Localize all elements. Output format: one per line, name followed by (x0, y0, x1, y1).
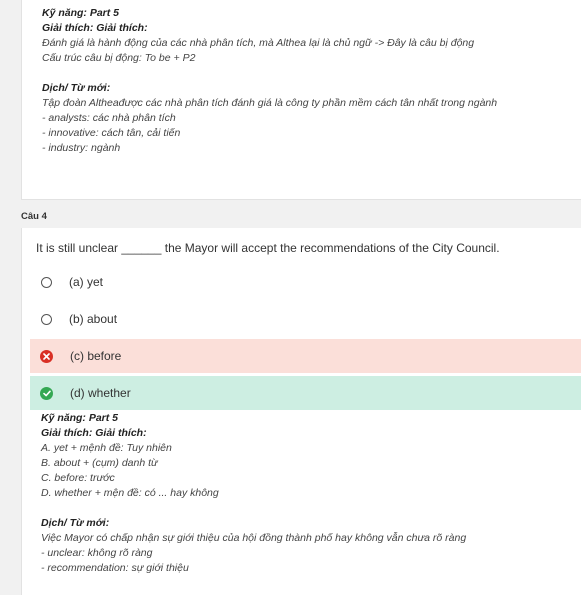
option-a[interactable]: (a) yet (30, 265, 581, 299)
question-text: It is still unclear ______ the Mayor wil… (36, 241, 500, 255)
radio-empty-icon[interactable] (41, 313, 52, 325)
explain-heading: Giải thích: Giải thích: (41, 427, 147, 439)
previous-explanation: Kỹ năng: Part 5 Giải thích: Giải thích: … (42, 6, 572, 156)
explain-line: A. yet + mệnh đề: Tuy nhiên (41, 442, 172, 454)
option-d[interactable]: (d) whether (30, 376, 581, 410)
explain-line: D. whether + mện đề: có ... hay không (41, 487, 219, 499)
translation-line: Việc Mayor có chấp nhận sự giới thiệu củ… (41, 532, 467, 544)
option-b[interactable]: (b) about (30, 302, 581, 336)
question-number: Câu 4 (21, 211, 47, 222)
translation-heading: Dịch/ Từ mới: (41, 517, 110, 529)
explain-line: Cấu trúc câu bị động: To be + P2 (42, 52, 196, 64)
option-c[interactable]: (c) before (30, 339, 581, 373)
answer-explanation: Kỹ năng: Part 5 Giải thích: Giải thích: … (41, 411, 571, 576)
translation-heading: Dịch/ Từ mới: (42, 82, 111, 94)
skill-line: Kỹ năng: Part 5 (41, 412, 119, 424)
translation-line: - unclear: không rõ ràng (41, 547, 153, 559)
option-label: (c) before (70, 349, 122, 363)
previous-explanation-card: Kỹ năng: Part 5 Giải thích: Giải thích: … (21, 0, 581, 200)
translation-line: - recommendation: sự giới thiệu (41, 562, 189, 574)
explain-line: Đánh giá là hành động của các nhà phân t… (42, 37, 475, 49)
option-label: (d) whether (70, 386, 131, 400)
option-label: (a) yet (69, 275, 104, 289)
explain-heading: Giải thích: Giải thích: (42, 22, 148, 34)
translation-line: Tập đoàn Altheađược các nhà phân tích đá… (42, 97, 498, 109)
translation-line: - analysts: các nhà phân tích (42, 112, 176, 124)
option-label: (b) about (69, 312, 118, 326)
translation-line: - industry: ngành (42, 142, 121, 154)
translation-line: - innovative: cách tân, cải tiến (42, 127, 181, 139)
radio-empty-icon[interactable] (41, 276, 52, 288)
explain-line: B. about + (cụm) danh từ (41, 457, 158, 469)
check-circle-icon (40, 386, 53, 400)
x-circle-icon (40, 349, 53, 363)
skill-line: Kỹ năng: Part 5 (42, 7, 120, 19)
explain-line: C. before: trước (41, 472, 115, 484)
